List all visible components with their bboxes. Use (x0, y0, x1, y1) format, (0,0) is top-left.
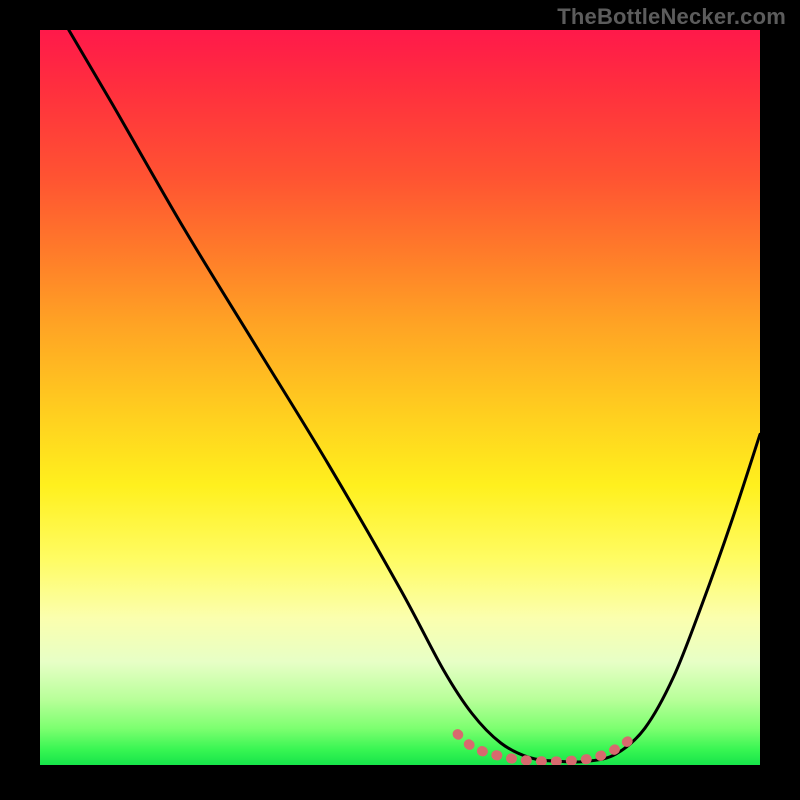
watermark-text: TheBottleNecker.com (557, 4, 786, 30)
bottleneck-curve-path (69, 30, 760, 762)
curve-layer (40, 30, 760, 765)
plot-area (40, 30, 760, 765)
chart-frame: TheBottleNecker.com (0, 0, 800, 800)
